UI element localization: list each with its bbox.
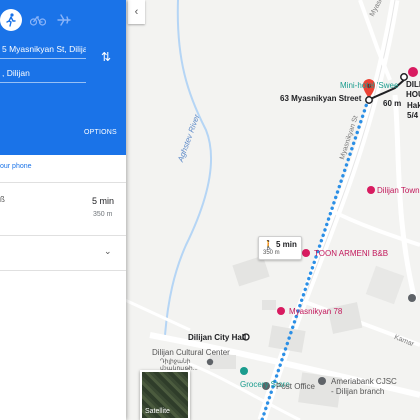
poi-label-post-office[interactable]: Post Office <box>276 382 315 392</box>
walking-icon <box>6 13 16 27</box>
poi-label-hak: Hak <box>407 101 420 110</box>
poi-label-ameriabank-branch: - Dilijan branch <box>331 387 385 396</box>
satellite-toggle-button[interactable]: Satellite <box>140 370 190 420</box>
connector-distance-label: 60 m <box>383 99 402 108</box>
cultural-center-pin-icon[interactable] <box>206 358 214 366</box>
toon-armeni-pin-icon[interactable] <box>302 249 310 257</box>
poi-label-dilijan: DILIJ <box>406 80 420 89</box>
satellite-label: Satellite <box>145 408 170 415</box>
swap-directions-icon[interactable]: ⇅ <box>101 50 111 64</box>
route-time: 5 min <box>92 196 115 206</box>
divider <box>0 182 126 183</box>
chevron-left-icon: ‹ <box>134 6 139 18</box>
grocery-pin-icon[interactable] <box>240 367 248 375</box>
hotel-pin-icon[interactable] <box>408 67 418 77</box>
route-time-pill[interactable]: 🚶 5 min 350 m <box>258 236 302 260</box>
poi-label-mini-hotel[interactable]: Mini-hotel 'Swee <box>340 81 398 91</box>
address-label: 63 Myasnikyan Street <box>280 94 362 103</box>
chevron-down-icon[interactable]: ⌄ <box>104 246 112 257</box>
dilijan-town-pin-icon[interactable] <box>367 186 375 194</box>
cycling-mode-button[interactable] <box>27 9 49 31</box>
send-to-phone-link[interactable]: our phone <box>0 163 32 170</box>
poi-label-toon-armeni[interactable]: TOON ARMENI B&B <box>314 249 388 259</box>
divider <box>0 270 126 271</box>
destination-input[interactable]: , Dilijan <box>0 64 86 83</box>
divider <box>0 235 126 236</box>
ameriabank-pin-icon[interactable] <box>318 377 326 385</box>
flight-icon <box>57 14 71 26</box>
poi-label-hou: HOU <box>406 90 420 99</box>
poi-label-number: 5/4 <box>407 111 419 120</box>
poi-label-myasnikyan-78[interactable]: Myasnikyan 78 <box>289 307 342 317</box>
options-button[interactable]: OPTIONS <box>84 129 117 136</box>
route-distance: 350 m <box>93 211 113 218</box>
collapse-panel-button[interactable]: ‹ <box>128 0 145 24</box>
flight-mode-button[interactable] <box>53 9 75 31</box>
map-edge-pin-icon[interactable] <box>408 294 416 302</box>
cycling-icon <box>30 15 46 26</box>
route-icon: ß <box>0 195 5 204</box>
route-pill-time: 5 min <box>276 240 297 249</box>
poi-label-ameriabank[interactable]: Ameriabank CJSC <box>331 377 397 387</box>
origin-input[interactable]: 5 Myasnikyan St, Dilija <box>0 40 86 59</box>
poi-label-city-hall[interactable]: Dilijan City Hall <box>188 333 246 343</box>
directions-header: 5 Myasnikyan St, Dilija , Dilijan ⇅ OPTI… <box>0 0 126 155</box>
myasnikyan-78-pin-icon[interactable] <box>277 307 285 315</box>
directions-panel: 5 Myasnikyan St, Dilija , Dilijan ⇅ OPTI… <box>0 0 126 420</box>
route-endpoint-icon <box>365 96 373 104</box>
poi-label-dilijan-town[interactable]: Dilijan Town <box>377 186 420 196</box>
route-pill-distance: 350 m <box>263 250 280 256</box>
walking-mode-button[interactable] <box>0 9 22 31</box>
